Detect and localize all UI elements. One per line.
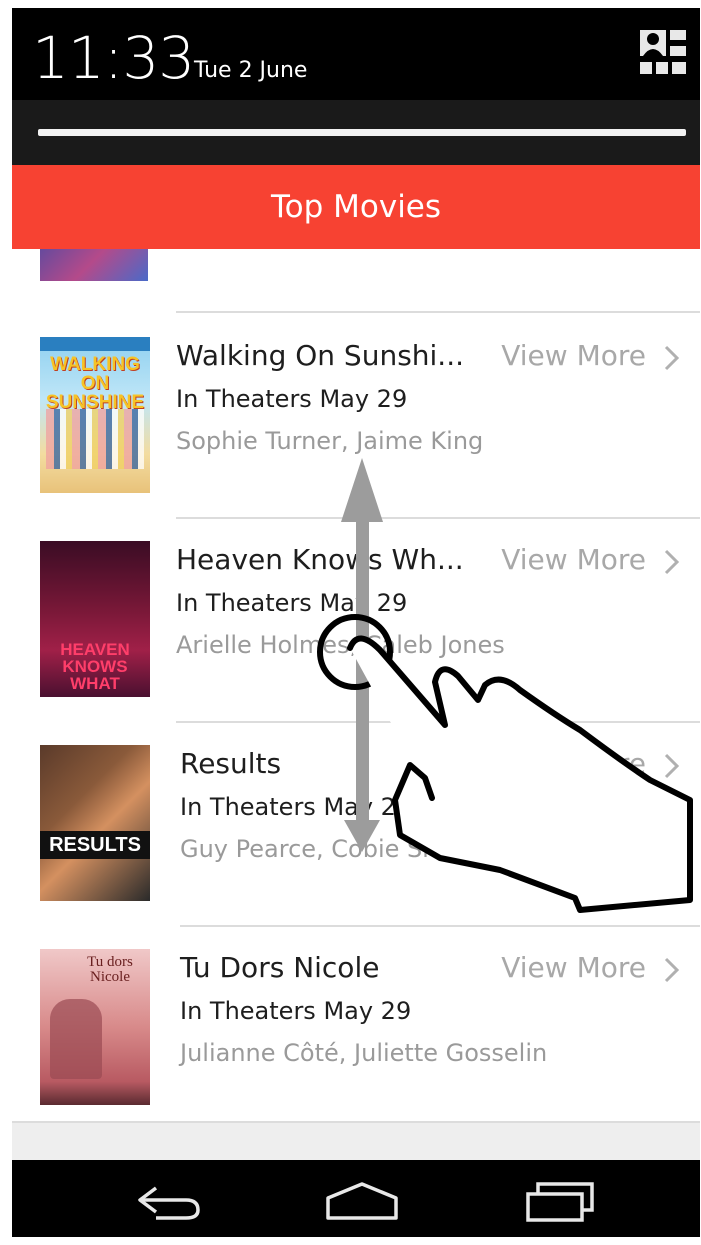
user-profile-icon[interactable] bbox=[638, 28, 688, 78]
poster-title: Tu dors Nicole bbox=[87, 954, 133, 985]
status-date: Tue 2 June bbox=[194, 58, 308, 83]
view-more-link[interactable]: View More bbox=[501, 543, 646, 576]
view-more-link[interactable]: View More bbox=[501, 339, 646, 372]
movie-cast: Arielle Holmes, Caleb Jones bbox=[176, 631, 505, 659]
movie-poster[interactable]: HEAVEN KNOWS WHAT bbox=[40, 541, 150, 697]
movie-poster[interactable]: WALKING ON SUNSHINE bbox=[40, 337, 150, 493]
notification-shade[interactable] bbox=[12, 100, 700, 168]
status-time: 11:33 bbox=[32, 24, 195, 92]
movie-cast: Julianne Côté, Juliette Gosselin bbox=[180, 1039, 548, 1067]
movie-poster[interactable]: RESULTS bbox=[40, 745, 150, 901]
movie-cast: Guy Pearce, Cobie Smulders bbox=[180, 835, 520, 863]
view-more-link[interactable]: View More bbox=[501, 747, 646, 780]
partial-poster[interactable] bbox=[40, 249, 148, 281]
movie-title: Tu Dors Nicole bbox=[180, 951, 380, 984]
movie-release: In Theaters May 29 bbox=[176, 385, 408, 413]
chevron-right-icon[interactable] bbox=[660, 343, 684, 373]
movie-title: Heaven Knows Wh... bbox=[176, 543, 464, 576]
list-item[interactable]: HEAVEN KNOWS WHAT Heaven Knows Wh... Vie… bbox=[12, 519, 700, 723]
recents-icon[interactable] bbox=[518, 1178, 598, 1222]
poster-title: WALKING ON SUNSHINE bbox=[45, 354, 145, 413]
list-item[interactable]: WALKING ON SUNSHINE Walking On Sunshi...… bbox=[12, 313, 700, 517]
movie-release: In Theaters May 29 bbox=[176, 589, 408, 617]
movie-release: In Theaters May 29 bbox=[180, 793, 412, 821]
movie-cast: Sophie Turner, Jaime King bbox=[176, 427, 484, 455]
list-item[interactable]: Tu dors Nicole Tu Dors Nicole View More … bbox=[12, 927, 700, 1131]
movie-poster[interactable]: Tu dors Nicole bbox=[40, 949, 150, 1105]
device-screen: 11:33 Tue 2 June Top Movies WALKING ON S… bbox=[12, 8, 700, 1237]
app-header: Top Movies bbox=[12, 165, 700, 249]
movie-title: Results bbox=[180, 747, 282, 780]
back-icon[interactable] bbox=[130, 1178, 210, 1222]
chevron-right-icon[interactable] bbox=[660, 751, 684, 781]
home-icon[interactable] bbox=[322, 1178, 402, 1222]
navigation-bar bbox=[12, 1160, 700, 1237]
list-footer bbox=[12, 1121, 700, 1162]
movie-list[interactable]: WALKING ON SUNSHINE Walking On Sunshi...… bbox=[12, 249, 700, 1162]
shade-handle[interactable] bbox=[38, 129, 686, 136]
poster-title: HEAVEN KNOWS WHAT bbox=[60, 640, 130, 693]
page-title: Top Movies bbox=[270, 189, 442, 225]
movie-title: Walking On Sunshi... bbox=[176, 339, 465, 372]
view-more-link[interactable]: View More bbox=[501, 951, 646, 984]
status-bar: 11:33 Tue 2 June bbox=[12, 8, 700, 100]
movie-release: In Theaters May 29 bbox=[180, 997, 412, 1025]
poster-title: RESULTS bbox=[49, 834, 141, 856]
chevron-right-icon[interactable] bbox=[660, 955, 684, 985]
chevron-right-icon[interactable] bbox=[660, 547, 684, 577]
list-item[interactable]: RESULTS Results View More In Theaters Ma… bbox=[12, 723, 700, 927]
